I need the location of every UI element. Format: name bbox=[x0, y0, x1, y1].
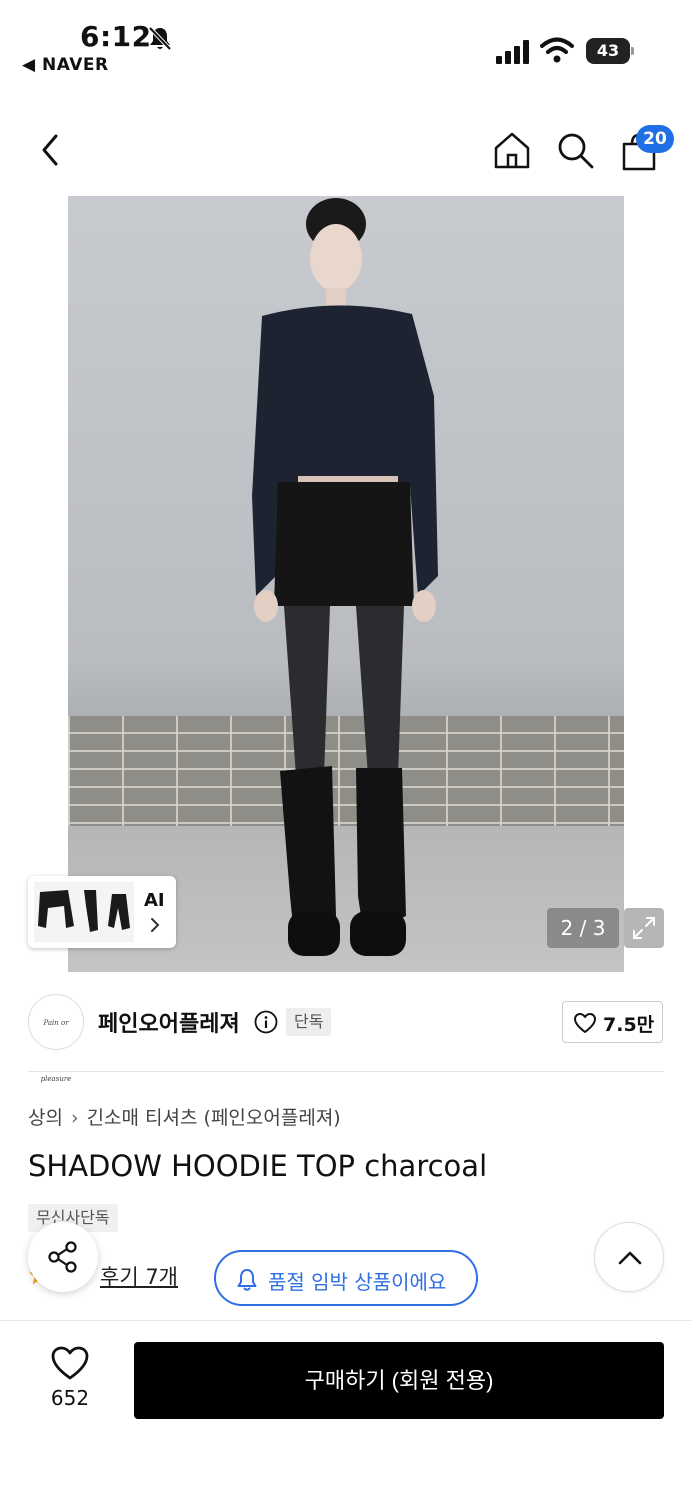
wifi-icon bbox=[540, 37, 574, 63]
soldout-soon-notice[interactable]: 품절 임박 상품이에요 bbox=[214, 1250, 478, 1306]
share-icon bbox=[48, 1241, 77, 1273]
bell-slash-icon bbox=[148, 26, 172, 51]
share-button[interactable] bbox=[28, 1222, 98, 1292]
scroll-to-top-button[interactable] bbox=[594, 1222, 664, 1292]
divider bbox=[28, 1071, 664, 1072]
product-image[interactable] bbox=[68, 196, 624, 972]
search-icon[interactable] bbox=[555, 130, 595, 170]
expand-image-button[interactable] bbox=[624, 908, 664, 948]
buy-button[interactable]: 구매하기 (회원 전용) bbox=[134, 1342, 664, 1419]
expand-icon bbox=[633, 917, 655, 939]
chevron-right-icon bbox=[151, 918, 160, 932]
brand-like-count: 7.5만 bbox=[603, 1014, 655, 1036]
thumbnail-strip bbox=[34, 882, 134, 942]
battery-indicator: 43 bbox=[586, 38, 634, 64]
review-link[interactable]: 후기 7개 bbox=[100, 1261, 178, 1291]
cart-count-badge: 20 bbox=[636, 125, 674, 153]
breadcrumb-category[interactable]: 상의 bbox=[28, 1107, 63, 1129]
wishlist-count: 652 bbox=[50, 1386, 90, 1410]
wishlist-heart-icon[interactable] bbox=[50, 1345, 90, 1381]
clock: 6:12 bbox=[80, 20, 152, 53]
chevron-right-icon: › bbox=[70, 1107, 79, 1129]
brand-name[interactable]: 페인오어플레져 bbox=[98, 1006, 240, 1038]
heart-icon bbox=[574, 1013, 596, 1033]
brand-like-button[interactable]: 7.5만 bbox=[562, 1001, 663, 1043]
product-title: SHADOW HOODIE TOP charcoal bbox=[28, 1149, 488, 1183]
breadcrumb: 상의 › 긴소매 티셔츠 (페인오어플레져) bbox=[28, 1103, 341, 1130]
model-photo bbox=[252, 198, 438, 956]
image-pager: 2 / 3 bbox=[547, 908, 619, 948]
ai-label: AI bbox=[144, 890, 165, 911]
home-icon[interactable] bbox=[492, 130, 532, 170]
breadcrumb-subcategory[interactable]: 긴소매 티셔츠 (페인오어플레져) bbox=[87, 1107, 341, 1129]
chevron-up-icon bbox=[618, 1251, 642, 1265]
soldout-soon-text: 품절 임박 상품이에요 bbox=[268, 1270, 447, 1294]
back-to-app-link[interactable]: ◀ NAVER bbox=[22, 55, 109, 75]
brand-logo[interactable]: Pain or pleasure bbox=[28, 994, 84, 1083]
cellular-signal-icon bbox=[496, 40, 529, 64]
exclusive-tag: 단독 bbox=[286, 1008, 332, 1036]
battery-level: 43 bbox=[586, 38, 630, 64]
back-arrow-icon[interactable] bbox=[32, 130, 68, 170]
info-icon[interactable] bbox=[254, 1010, 278, 1034]
bell-icon bbox=[237, 1269, 257, 1291]
ai-similar-items-chip[interactable]: AI bbox=[28, 876, 176, 948]
status-bar: 6:12 ◀ NAVER 43 bbox=[0, 0, 692, 90]
